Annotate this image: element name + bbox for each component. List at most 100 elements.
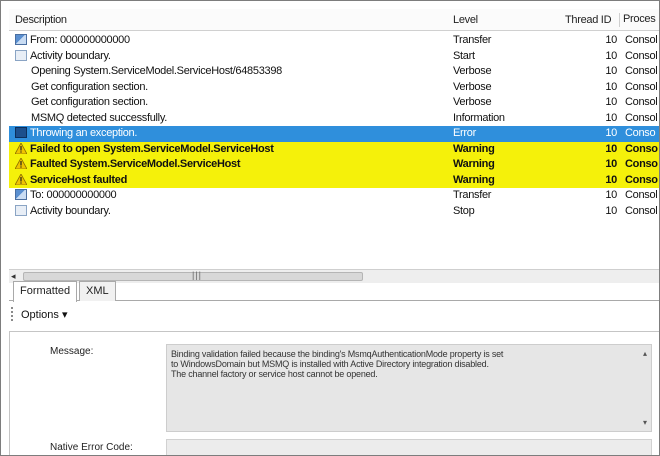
row-description-text: Activity boundary.: [30, 204, 111, 217]
row-level: Verbose: [453, 96, 492, 108]
row-level: Start: [453, 49, 475, 62]
transfer-icon: [15, 189, 27, 200]
row-description-text: Activity boundary.: [30, 49, 111, 62]
row-process: Consol: [625, 111, 658, 124]
row-level: Verbose: [453, 80, 492, 93]
row-level: Verbose: [453, 65, 492, 77]
row-process: Consol: [625, 189, 658, 201]
row-process: Conso: [625, 142, 658, 155]
row-level: Warning: [453, 142, 495, 155]
trace-row[interactable]: ServiceHost faulted Warning 10 Conso: [9, 172, 659, 188]
scrollbar-thumb[interactable]: |||: [23, 270, 363, 281]
toolbar-grip-icon: [11, 307, 13, 321]
row-description-text: From: 000000000000: [30, 34, 130, 46]
error-icon: [15, 127, 27, 138]
row-process: Consol: [625, 96, 658, 108]
trace-rows: From: 000000000000 Transfer 10 Consol Activi…: [9, 33, 659, 220]
row-thread-id: 10: [605, 127, 617, 139]
row-thread-id: 10: [605, 204, 617, 217]
row-thread-id: 10: [605, 65, 617, 77]
activity-icon: [15, 49, 27, 61]
trace-viewer-window: Description Level Thread ID Proces From:…: [0, 0, 660, 456]
row-description-text: Get configuration section.: [31, 80, 148, 93]
column-header-thread-id[interactable]: Thread ID: [565, 14, 612, 26]
row-description: Failed to open System.ServiceModel.Servi…: [15, 142, 455, 155]
trace-row[interactable]: Get configuration section. Verbose 10 Conso…: [9, 95, 659, 111]
row-description-text: Get configuration section.: [31, 96, 148, 108]
row-description: Throwing an exception.: [15, 127, 455, 139]
grip-icon: |||: [192, 270, 203, 280]
trace-row[interactable]: Opening System.ServiceModel.ServiceHost/…: [9, 64, 659, 80]
message-field[interactable]: Binding validation failed because the bi…: [166, 344, 652, 432]
row-process: Consol: [625, 49, 658, 62]
column-header-process[interactable]: Proces: [619, 13, 656, 27]
row-thread-id: 10: [605, 34, 617, 46]
trace-row[interactable]: Activity boundary. Start 10 Consol: [9, 49, 659, 65]
row-description-text: To: 000000000000: [30, 189, 117, 201]
trace-row[interactable]: Faulted System.ServiceModel.ServiceHost W…: [9, 157, 659, 173]
row-level: Warning: [453, 173, 495, 186]
row-thread-id: 10: [605, 142, 617, 155]
trace-row[interactable]: Get configuration section. Verbose 10 Conso…: [9, 80, 659, 96]
column-header-description[interactable]: Description: [15, 14, 67, 26]
message-text: Binding validation failed because the bi…: [171, 349, 504, 379]
row-process: Conso: [625, 173, 658, 186]
row-description: Get configuration section.: [15, 96, 455, 108]
tab-formatted[interactable]: Formatted: [13, 281, 78, 302]
row-description-text: Failed to open System.ServiceModel.Servi…: [30, 142, 274, 155]
row-process: Consol: [625, 80, 658, 93]
row-process: Consol: [625, 34, 658, 46]
trace-grid: Description Level Thread ID Proces From:…: [9, 9, 659, 295]
row-thread-id: 10: [605, 49, 617, 62]
transfer-icon: [15, 34, 27, 45]
warning-icon: [15, 173, 28, 185]
row-thread-id: 10: [605, 173, 617, 186]
row-level: Transfer: [453, 189, 492, 201]
native-error-code-label: Native Error Code:: [50, 442, 133, 453]
row-description-text: Opening System.ServiceModel.ServiceHost/…: [31, 65, 282, 77]
row-description: Activity boundary.: [15, 204, 455, 217]
row-level: Information: [453, 111, 505, 124]
trace-row[interactable]: MSMQ detected successfully. Information 10…: [9, 111, 659, 127]
row-description: To: 000000000000: [15, 189, 455, 201]
detail-tabs: Formatted XML: [9, 281, 659, 302]
warning-icon: [15, 158, 28, 170]
row-thread-id: 10: [605, 96, 617, 108]
trace-row[interactable]: From: 000000000000 Transfer 10 Consol: [9, 33, 659, 49]
row-process: Consol: [625, 204, 658, 217]
row-description-text: Faulted System.ServiceModel.ServiceHost: [30, 158, 241, 170]
detail-panel: Message: Binding validation failed becau…: [9, 331, 659, 455]
options-dropdown[interactable]: Options ▾: [21, 308, 68, 321]
row-level: Transfer: [453, 34, 492, 46]
row-description: Get configuration section.: [15, 81, 455, 93]
row-level: Error: [453, 127, 476, 139]
row-level: Stop: [453, 204, 475, 217]
row-description: ServiceHost faulted: [15, 173, 455, 186]
row-thread-id: 10: [605, 80, 617, 93]
trace-row[interactable]: Failed to open System.ServiceModel.Servi…: [9, 141, 659, 157]
trace-row[interactable]: Throwing an exception. Error 10 Conso: [9, 126, 659, 142]
trace-row[interactable]: To: 000000000000 Transfer 10 Consol: [9, 188, 659, 204]
row-thread-id: 10: [605, 158, 617, 170]
row-description: From: 000000000000: [15, 34, 455, 46]
scroll-up-icon[interactable]: ▴: [643, 349, 647, 358]
row-description-text: ServiceHost faulted: [30, 173, 128, 186]
row-description-text: MSMQ detected successfully.: [31, 111, 167, 124]
row-level: Warning: [453, 158, 495, 170]
scroll-down-icon[interactable]: ▾: [643, 418, 647, 427]
row-thread-id: 10: [605, 111, 617, 124]
row-process: Consol: [625, 65, 658, 77]
activity-icon: [15, 204, 27, 216]
message-label: Message:: [50, 346, 94, 357]
trace-row[interactable]: Activity boundary. Stop 10 Consol: [9, 204, 659, 220]
column-header-level[interactable]: Level: [453, 14, 478, 26]
row-process: Conso: [625, 158, 658, 170]
row-description: Activity boundary.: [15, 49, 455, 62]
warning-icon: [15, 142, 28, 154]
row-thread-id: 10: [605, 189, 617, 201]
tab-xml[interactable]: XML: [79, 281, 116, 301]
native-error-code-field[interactable]: [166, 439, 652, 455]
row-description: Faulted System.ServiceModel.ServiceHost: [15, 158, 455, 170]
row-description: Opening System.ServiceModel.ServiceHost/…: [15, 65, 455, 77]
grid-header: Description Level Thread ID Proces: [9, 9, 659, 31]
